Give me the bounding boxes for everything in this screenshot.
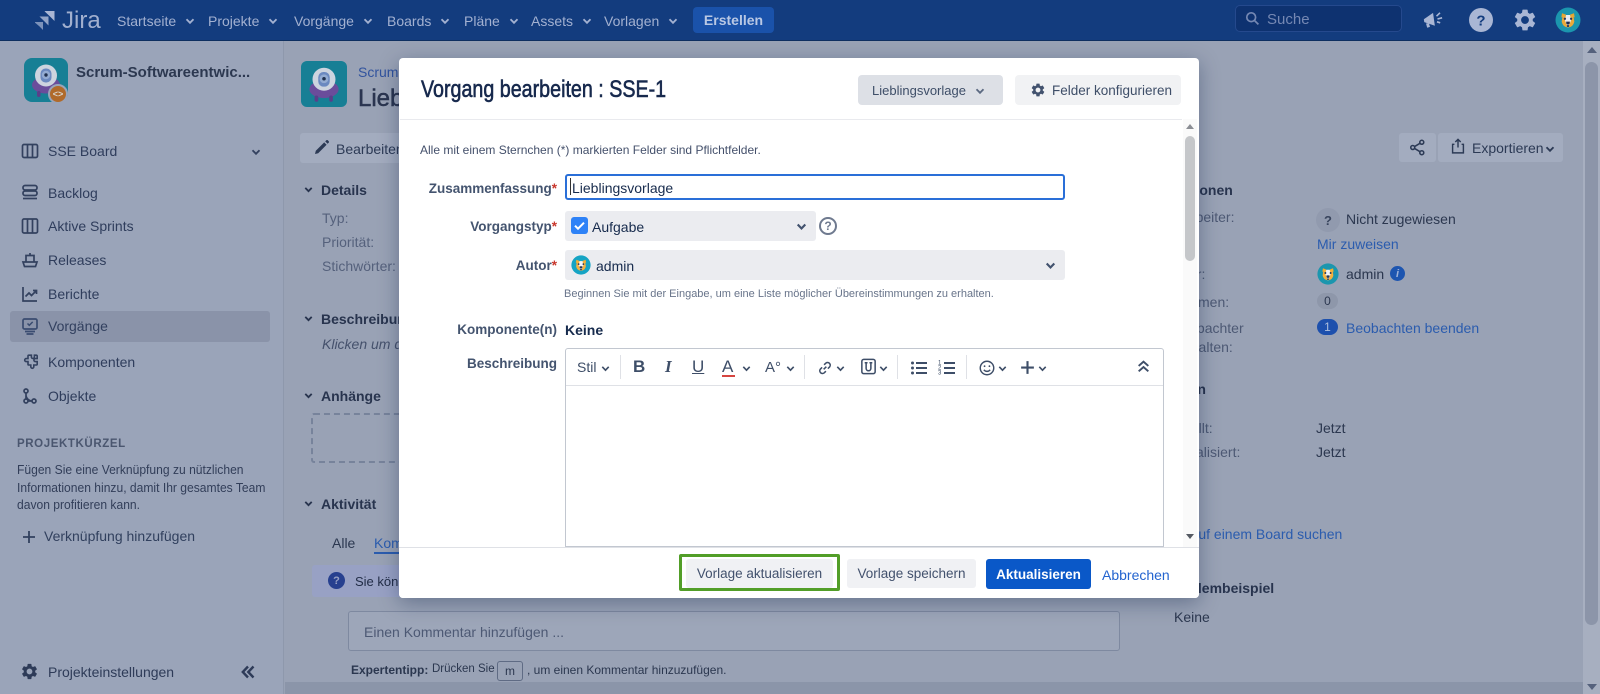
svg-text:3: 3 bbox=[938, 371, 942, 377]
svg-text:?: ? bbox=[1476, 13, 1485, 30]
